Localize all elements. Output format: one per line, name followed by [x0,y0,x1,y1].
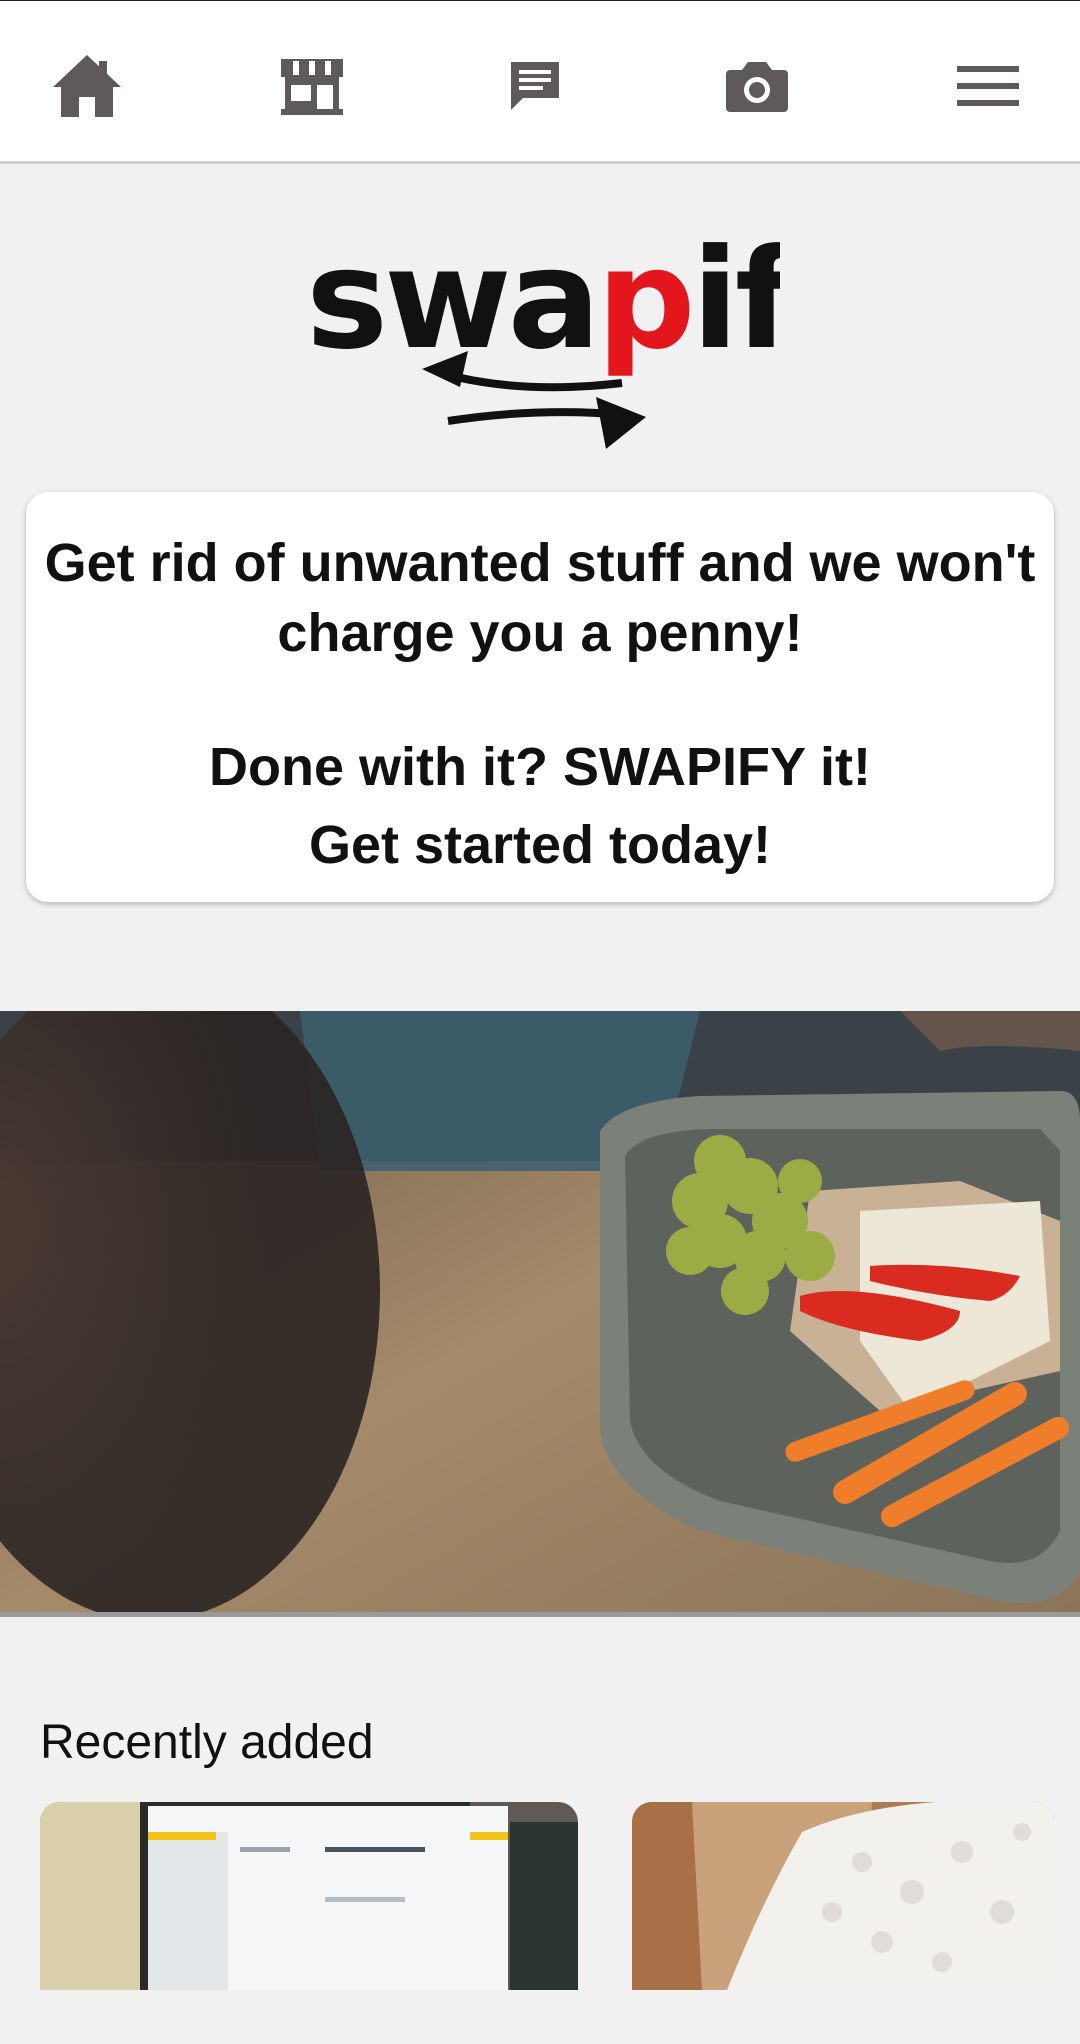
promo-tagline: Done with it? SWAPIFY it! [209,737,871,797]
promo-cta-text: Get started today! [308,815,772,875]
home-button[interactable] [42,41,132,131]
lunchbox-video-frame [0,1011,1080,1615]
camera-button[interactable] [712,41,802,131]
top-navigation [0,0,1080,164]
fleece-image [632,1802,1054,1990]
home-icon [53,55,121,117]
logo-wordmark: swapify [306,225,780,380]
menu-button[interactable] [943,41,1033,131]
camera-icon [726,62,788,112]
recently-added-title: Recently added [40,1716,374,1769]
recent-item-thumbnail[interactable] [40,1802,578,1990]
laptop-screen-image [40,1802,578,1990]
recent-item-thumbnail[interactable] [632,1802,1054,1990]
swapify-logo: swapify [300,219,883,465]
promo-card: Get rid of unwanted stuff and we won't c… [26,492,1054,902]
marketplace-button[interactable] [267,41,357,131]
video-progress-bar[interactable] [0,1612,1080,1617]
chat-icon [511,62,559,110]
hero-video[interactable] [0,1011,1080,1615]
menu-icon [957,66,1019,106]
promo-headline: Get rid of unwanted stuff and we won't c… [44,533,1036,663]
messages-button[interactable] [490,41,580,131]
storefront-icon [281,59,343,115]
page-bottom-spacer [0,2016,1080,2044]
